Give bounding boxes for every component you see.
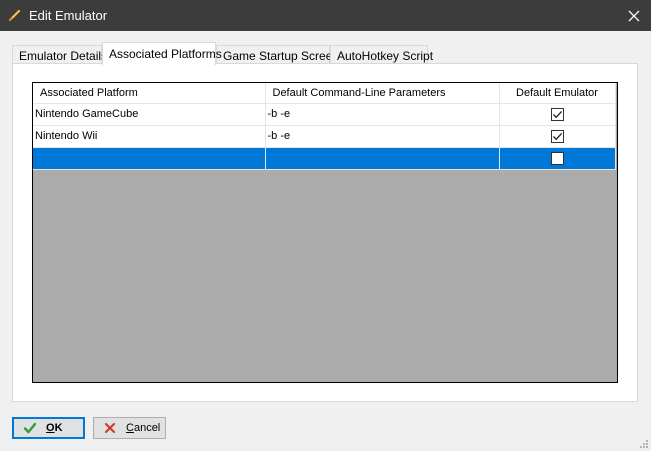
cancel-button[interactable]: Cancel <box>93 417 166 439</box>
grid-header-row: Associated Platform Default Command-Line… <box>33 83 616 104</box>
tab-associated-platforms[interactable]: Associated Platforms <box>102 42 222 65</box>
close-button[interactable] <box>617 0 651 31</box>
tab-label: Emulator Details <box>19 49 108 63</box>
params-cell[interactable]: -b -e <box>265 103 500 126</box>
cancel-label: Cancel <box>126 422 161 434</box>
pencil-icon <box>8 9 21 22</box>
tab-autohotkey-script[interactable]: AutoHotkey Script <box>330 45 433 65</box>
default-checkbox[interactable] <box>550 129 564 143</box>
platform-cell[interactable]: Nintendo GameCube <box>33 103 266 126</box>
ok-label: OK <box>46 422 63 434</box>
platform-cell[interactable]: Nintendo Wii <box>33 125 266 148</box>
column-header-params[interactable]: Default Command-Line Parameters <box>265 83 500 104</box>
tab-label: AutoHotkey Script <box>337 49 434 63</box>
default-cell[interactable] <box>499 103 616 126</box>
window-title: Edit Emulator <box>29 8 108 23</box>
table-row-new[interactable] <box>33 147 616 170</box>
tab-game-startup-screen[interactable]: Game Startup Screen <box>216 45 339 65</box>
platform-cell[interactable] <box>33 147 266 170</box>
title-bar: Edit Emulator <box>0 0 651 31</box>
check-icon <box>23 422 37 434</box>
check-icon <box>552 132 562 140</box>
tab-label: Associated Platforms <box>109 47 222 61</box>
default-cell[interactable] <box>499 147 616 170</box>
column-header-default[interactable]: Default Emulator <box>499 83 616 104</box>
ok-button[interactable]: OK <box>12 417 85 439</box>
platforms-grid[interactable]: Associated Platform Default Command-Line… <box>32 82 618 383</box>
x-icon <box>104 422 116 434</box>
column-header-platform[interactable]: Associated Platform <box>33 83 266 104</box>
default-checkbox[interactable] <box>550 107 564 121</box>
default-cell[interactable] <box>499 125 616 148</box>
table-row[interactable]: Nintendo Wii -b -e <box>33 125 616 148</box>
params-cell[interactable]: -b -e <box>265 125 500 148</box>
table-row[interactable]: Nintendo GameCube -b -e <box>33 103 616 126</box>
close-icon <box>628 10 640 21</box>
params-cell[interactable] <box>265 147 500 170</box>
default-checkbox[interactable] <box>550 151 564 165</box>
check-icon <box>552 110 562 118</box>
tab-emulator-details[interactable]: Emulator Details <box>12 45 107 65</box>
tab-label: Game Startup Screen <box>223 49 340 63</box>
resize-grip-icon[interactable] <box>639 439 649 449</box>
